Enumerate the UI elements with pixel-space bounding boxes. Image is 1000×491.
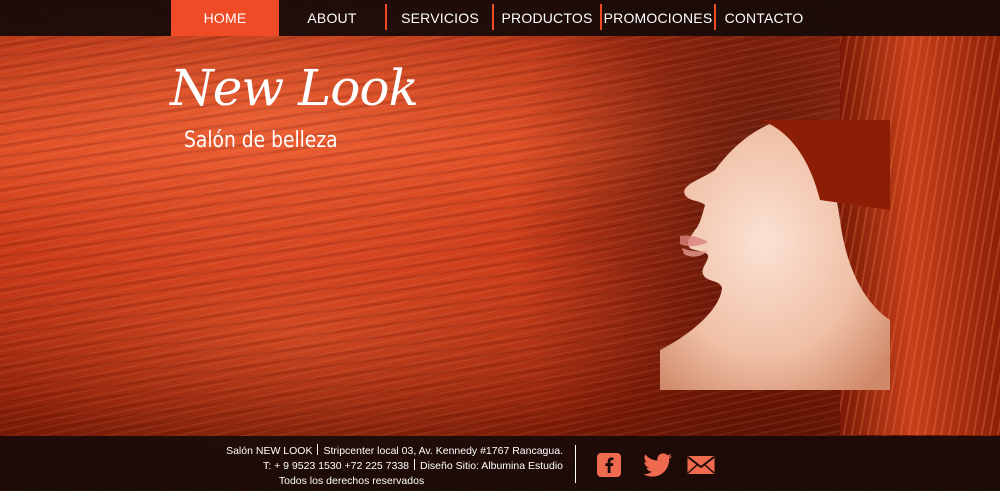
footer-info: Salón NEW LOOK Stripcenter local 03, Av. …: [226, 444, 563, 489]
nav-item-servicios[interactable]: SERVICIOS: [387, 0, 493, 36]
footer-line-contact: T: + 9 9523 1530 +72 225 7338 Diseño Siti…: [226, 459, 563, 474]
nav-item-productos[interactable]: PRODUCTOS: [494, 0, 600, 36]
woman-face-image: [660, 120, 890, 390]
top-nav: HOME ABOUT SERVICIOS PRODUCTOS PROMOCION…: [0, 0, 1000, 36]
footer-salon-name: Salón NEW LOOK: [226, 445, 313, 457]
footer-line-address: Salón NEW LOOK Stripcenter local 03, Av. …: [226, 444, 563, 459]
logo-subtitle: Salón de belleza: [184, 128, 338, 153]
nav-item-about[interactable]: ABOUT: [279, 0, 385, 36]
footer-credits: Diseño Sitio: Albumina Estudio: [420, 460, 563, 472]
footer: Salón NEW LOOK Stripcenter local 03, Av. …: [0, 436, 1000, 491]
nav-item-promociones[interactable]: PROMOCIONES: [602, 0, 714, 36]
nav-item-contacto[interactable]: CONTACTO: [716, 0, 812, 36]
footer-divider: [575, 445, 576, 483]
footer-phones: T: + 9 9523 1530 +72 225 7338: [263, 460, 409, 472]
footer-rights: Todos los derechos reservados: [278, 475, 425, 487]
footer-address: Stripcenter local 03, Av. Kennedy #1767 …: [323, 445, 563, 457]
facebook-icon[interactable]: [597, 453, 621, 477]
nav-item-home[interactable]: HOME: [171, 0, 279, 36]
logo-title: New Look: [170, 59, 419, 117]
mail-icon[interactable]: [687, 453, 715, 477]
twitter-icon[interactable]: [643, 453, 673, 477]
